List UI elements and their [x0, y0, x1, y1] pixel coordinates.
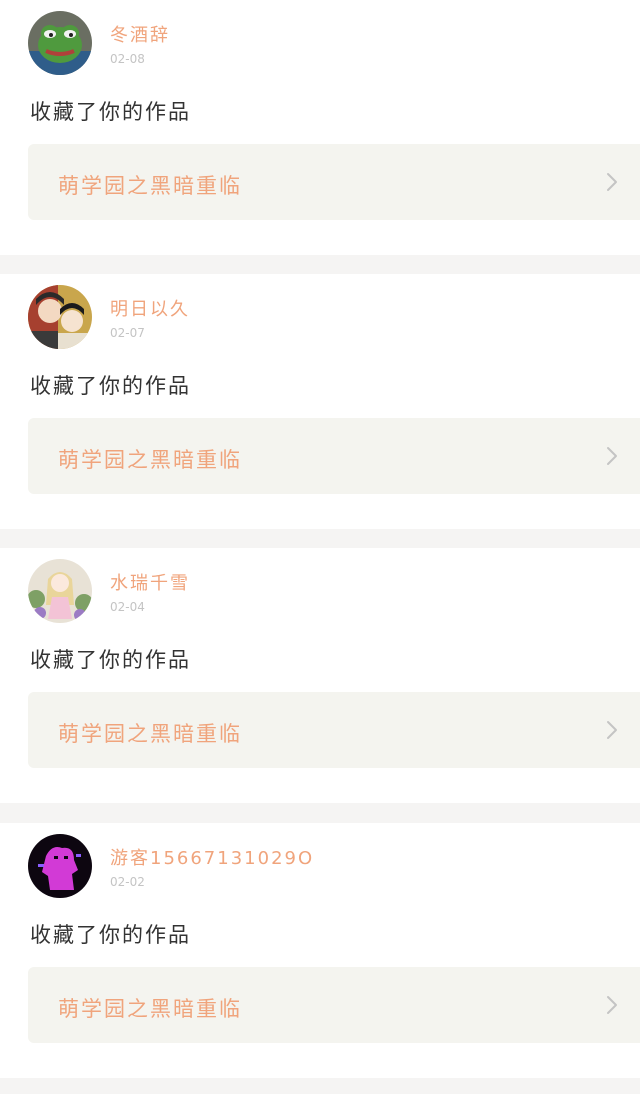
work-link[interactable]: 萌学园之黑暗重临	[28, 692, 640, 768]
chevron-right-icon	[606, 720, 618, 740]
anime-girl-avatar-icon[interactable]	[28, 559, 92, 623]
work-title: 萌学园之黑暗重临	[58, 174, 242, 198]
username[interactable]: 冬酒辞	[110, 21, 170, 47]
work-link[interactable]: 萌学园之黑暗重临	[28, 967, 640, 1043]
work-title: 萌学园之黑暗重临	[58, 997, 242, 1021]
activity-text: 收藏了你的作品	[30, 100, 191, 124]
username[interactable]: 水瑞千雪	[110, 569, 190, 595]
chevron-right-icon	[606, 995, 618, 1015]
work-link[interactable]: 萌学园之黑暗重临	[28, 144, 640, 220]
username[interactable]: 游客15667131029O	[110, 844, 314, 870]
activity-text: 收藏了你的作品	[30, 923, 191, 947]
timestamp: 02-07	[110, 326, 145, 340]
notification-card: 明日以久 02-07 收藏了你的作品 萌学园之黑暗重临	[0, 274, 640, 529]
notification-card: 水瑞千雪 02-04 收藏了你的作品 萌学园之黑暗重临	[0, 548, 640, 803]
glitch-avatar-icon[interactable]	[28, 834, 92, 898]
work-link[interactable]: 萌学园之黑暗重临	[28, 418, 640, 494]
activity-text: 收藏了你的作品	[30, 648, 191, 672]
activity-text: 收藏了你的作品	[30, 374, 191, 398]
notification-card: 游客15667131029O 02-02 收藏了你的作品 萌学园之黑暗重临	[0, 823, 640, 1078]
timestamp: 02-02	[110, 875, 145, 889]
username[interactable]: 明日以久	[110, 295, 190, 321]
timestamp: 02-08	[110, 52, 145, 66]
chevron-right-icon	[606, 446, 618, 466]
chevron-right-icon	[606, 172, 618, 192]
frog-avatar-icon[interactable]	[28, 11, 92, 75]
work-title: 萌学园之黑暗重临	[58, 722, 242, 746]
anime-avatar-icon[interactable]	[28, 285, 92, 349]
notification-feed: 冬酒辞 02-08 收藏了你的作品 萌学园之黑暗重临 明日以久 02-07 收藏…	[0, 0, 640, 1094]
work-title: 萌学园之黑暗重临	[58, 448, 242, 472]
timestamp: 02-04	[110, 600, 145, 614]
notification-card: 冬酒辞 02-08 收藏了你的作品 萌学园之黑暗重临	[0, 0, 640, 255]
